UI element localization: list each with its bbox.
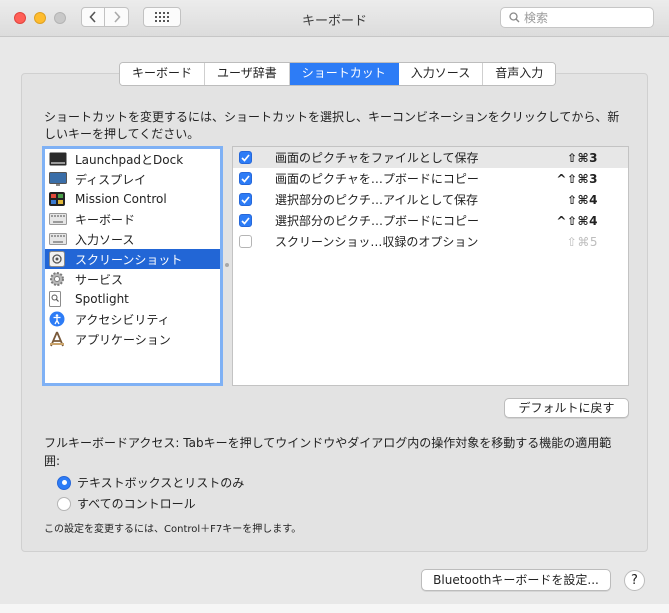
- tab-user-dictionary[interactable]: ユーザ辞書: [205, 63, 290, 85]
- category-label: LaunchpadとDock: [75, 152, 184, 167]
- radio-all-controls[interactable]: すべてのコントロール: [57, 495, 196, 512]
- category-accessibility[interactable]: アクセシビリティ: [45, 309, 220, 329]
- shortcut-list[interactable]: 画面のピクチャをファイルとして保存 ⇧⌘3 画面のピクチャを…プボードにコピー …: [232, 146, 629, 386]
- shortcut-enabled-checkbox[interactable]: [239, 193, 252, 206]
- category-label: ディスプレイ: [75, 172, 147, 187]
- keyboard-icon: [49, 213, 69, 225]
- radio-button[interactable]: [57, 496, 71, 511]
- shortcut-keys[interactable]: ^⇧⌘3: [556, 172, 598, 186]
- restore-defaults-button[interactable]: デフォルトに戻す: [504, 398, 629, 418]
- category-spotlight[interactable]: Spotlight: [45, 289, 220, 309]
- full-keyboard-access-label: フルキーボードアクセス: Tabキーを押してウインドウやダイアログ内の操作対象を…: [44, 436, 612, 468]
- accessibility-icon: [49, 311, 69, 327]
- shortcut-keys[interactable]: ⇧⌘4: [567, 193, 598, 207]
- shortcut-enabled-checkbox[interactable]: [239, 172, 252, 185]
- mission-control-icon: [49, 192, 69, 206]
- setup-bluetooth-keyboard-button[interactable]: Bluetoothキーボードを設定...: [421, 569, 611, 591]
- category-services[interactable]: サービス: [45, 269, 220, 289]
- applications-icon: [49, 331, 69, 347]
- shortcut-enabled-checkbox[interactable]: [239, 214, 252, 227]
- split-view-handle[interactable]: [225, 263, 229, 267]
- screenshot-icon: [49, 251, 69, 267]
- instructions-text: ショートカットを変更するには、ショートカットを選択し、キーコンビネーションをクリ…: [44, 110, 620, 141]
- shortcut-row[interactable]: 選択部分のピクチ…アイルとして保存 ⇧⌘4: [233, 189, 628, 210]
- shortcut-enabled-checkbox[interactable]: [239, 151, 252, 164]
- shortcut-row[interactable]: 画面のピクチャをファイルとして保存 ⇧⌘3: [233, 147, 628, 168]
- shortcut-row[interactable]: スクリーンショッ…収録のオプション ⇧⌘5: [233, 231, 628, 252]
- shortcut-keys[interactable]: ⇧⌘5: [567, 235, 598, 249]
- category-mission-control[interactable]: Mission Control: [45, 189, 220, 209]
- radio-button[interactable]: [57, 475, 71, 490]
- category-list[interactable]: LaunchpadとDock ディスプレイ Mission Control キー…: [42, 146, 223, 386]
- tab-shortcuts[interactable]: ショートカット: [289, 63, 399, 85]
- shortcut-enabled-checkbox[interactable]: [239, 235, 252, 248]
- search-input[interactable]: [524, 10, 644, 25]
- search-field[interactable]: [500, 7, 654, 28]
- category-input-sources[interactable]: 入力ソース: [45, 229, 220, 249]
- category-label: アクセシビリティ: [75, 312, 170, 327]
- tab-dictation[interactable]: 音声入力: [483, 63, 556, 85]
- category-screenshots[interactable]: スクリーンショット: [45, 249, 220, 269]
- checkmark-icon: [241, 216, 250, 225]
- category-label: サービス: [75, 272, 124, 287]
- category-label: Spotlight: [75, 292, 129, 306]
- radio-label: すべてのコントロール: [77, 497, 196, 511]
- launchpad-dock-icon: [49, 152, 69, 166]
- display-icon: [49, 171, 69, 187]
- input-source-icon: [49, 233, 69, 245]
- title-bar: キーボード: [0, 0, 669, 37]
- checkmark-icon: [241, 174, 250, 183]
- shortcut-row[interactable]: 選択部分のピクチ…プボードにコピー ^⇧⌘4: [233, 210, 628, 231]
- shortcut-name: 画面のピクチャを…プボードにコピー: [275, 172, 479, 186]
- radio-label: テキストボックスとリストのみ: [77, 476, 245, 490]
- shortcut-row[interactable]: 画面のピクチャを…プボードにコピー ^⇧⌘3: [233, 168, 628, 189]
- services-gear-icon: [49, 271, 69, 287]
- shortcut-name: 画面のピクチャをファイルとして保存: [275, 151, 479, 165]
- shortcut-keys[interactable]: ^⇧⌘4: [556, 214, 598, 228]
- category-label: 入力ソース: [75, 232, 135, 247]
- category-keyboard[interactable]: キーボード: [45, 209, 220, 229]
- checkmark-icon: [241, 153, 250, 162]
- category-label: Mission Control: [75, 192, 167, 206]
- category-applications[interactable]: アプリケーション: [45, 329, 220, 349]
- shortcut-keys[interactable]: ⇧⌘3: [567, 151, 598, 165]
- category-label: キーボード: [75, 212, 136, 227]
- shortcut-name: 選択部分のピクチ…プボードにコピー: [275, 214, 480, 228]
- background-window-edge: [0, 604, 669, 613]
- shortcut-name: スクリーンショッ…収録のオプション: [275, 235, 479, 249]
- checkmark-icon: [241, 195, 250, 204]
- category-display[interactable]: ディスプレイ: [45, 169, 220, 189]
- radio-text-boxes-and-lists[interactable]: テキストボックスとリストのみ: [57, 474, 244, 491]
- tab-bar: キーボード ユーザ辞書 ショートカット 入力ソース 音声入力: [119, 62, 557, 86]
- category-label: スクリーンショット: [75, 252, 183, 267]
- shortcut-hint-note: この設定を変更するには、Control＋F7キーを押します。: [44, 524, 302, 535]
- tab-keyboard[interactable]: キーボード: [120, 63, 206, 85]
- tab-input-sources[interactable]: 入力ソース: [398, 63, 484, 85]
- category-label: アプリケーション: [75, 332, 171, 347]
- shortcut-name: 選択部分のピクチ…アイルとして保存: [275, 193, 479, 207]
- category-launchpad-dock[interactable]: LaunchpadとDock: [45, 149, 220, 169]
- spotlight-icon: [49, 291, 69, 307]
- help-button[interactable]: ?: [624, 570, 645, 591]
- search-icon: [509, 12, 520, 23]
